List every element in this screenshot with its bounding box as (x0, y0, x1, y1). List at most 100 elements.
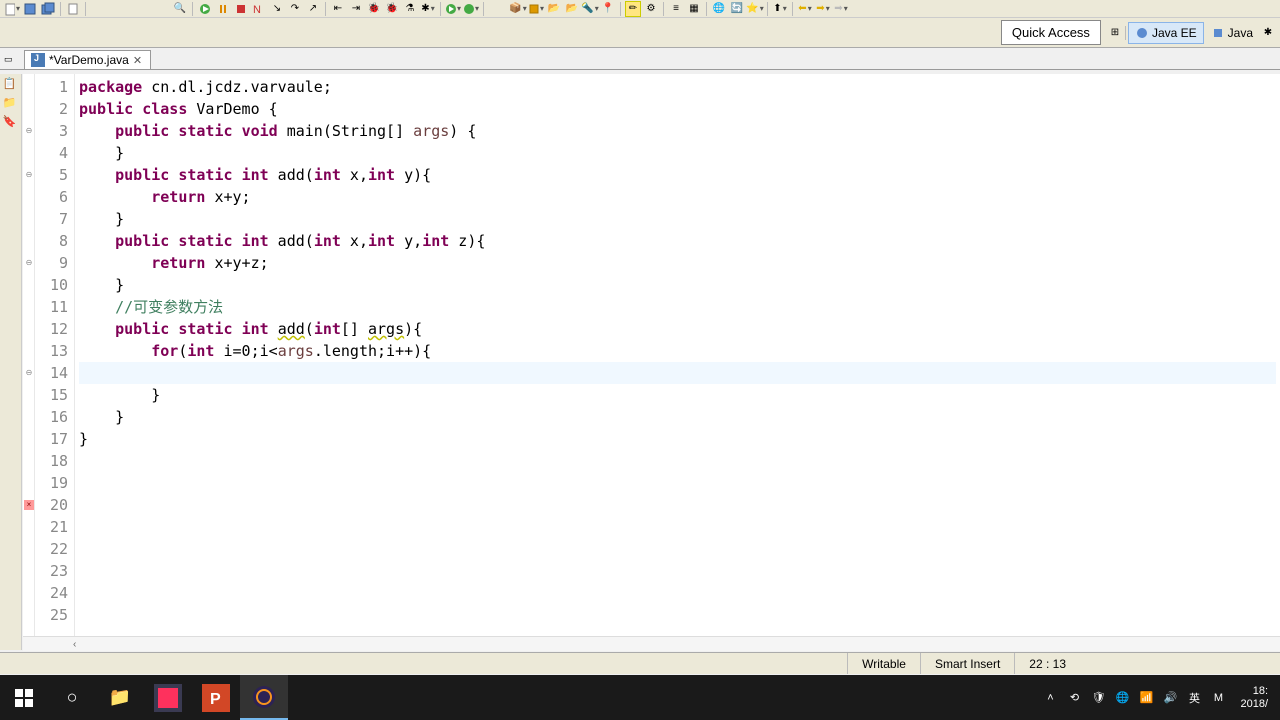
perspective-label: Java (1228, 26, 1253, 40)
windows-taskbar: ○ 📁 P ˄ ⟲ 🛡 🌐 📶 🔊 英 M 18: 2018/ (0, 675, 1280, 720)
toggle-highlight-icon[interactable]: ✏ (625, 1, 641, 17)
powerpoint-icon[interactable]: P (192, 675, 240, 720)
perspective-java-ee[interactable]: Java EE (1128, 22, 1204, 44)
run-menu-icon[interactable] (445, 1, 461, 17)
tray-ime-icon[interactable]: 英 (1186, 690, 1202, 706)
debug-bug-icon[interactable]: 🐞 (366, 1, 382, 17)
cortana-icon[interactable]: ○ (48, 675, 96, 720)
separator (60, 2, 61, 16)
perspective-bar: Quick Access ⊞ Java EE Java ✱ (0, 18, 1280, 48)
sync-icon[interactable]: 🔄 (729, 1, 745, 17)
horizontal-scrollbar[interactable]: ‹ (23, 636, 1280, 651)
stop-icon[interactable] (233, 1, 249, 17)
forward-disabled-icon: ➡ (833, 1, 849, 17)
debug-bug2-icon[interactable]: 🐞 (384, 1, 400, 17)
taskbar-clock[interactable]: 18: 2018/ (1234, 685, 1274, 711)
clock-time: 18: (1240, 685, 1268, 698)
open-type-icon[interactable]: 📂 (546, 1, 562, 17)
separator (440, 2, 441, 16)
new-icon[interactable] (4, 1, 20, 17)
debug-menu-icon[interactable]: ✱ (420, 1, 436, 17)
step-over-icon[interactable]: ↷ (287, 1, 303, 17)
file-explorer-icon[interactable]: 📁 (96, 675, 144, 720)
start-button[interactable] (0, 675, 48, 720)
use-step-filters-icon[interactable]: ⇥ (348, 1, 364, 17)
code-editor[interactable]: ⊖⊖⊖⊖× 1234567891011121314151617181920212… (23, 74, 1280, 650)
marker-ruler: ⊖⊖⊖⊖× (23, 74, 35, 650)
tray-security-icon[interactable]: 🛡 (1090, 690, 1106, 706)
separator (1125, 26, 1126, 40)
toggle-mark-icon[interactable]: 📍 (600, 1, 616, 17)
tray-wifi-icon[interactable]: 📶 (1138, 690, 1154, 706)
restore-view-icon[interactable]: 📋 (3, 77, 19, 93)
tray-sync-icon[interactable]: ⟲ (1066, 690, 1082, 706)
tray-volume-icon[interactable]: 🔊 (1162, 690, 1178, 706)
save-all-icon[interactable] (40, 1, 56, 17)
open-task-icon[interactable]: 📂 (564, 1, 580, 17)
separator (663, 2, 664, 16)
search-icon[interactable]: 🔦 (582, 1, 598, 17)
forward-icon[interactable]: ➡ (815, 1, 831, 17)
separator (192, 2, 193, 16)
favorites-icon[interactable]: ⭐ (747, 1, 763, 17)
separator (767, 2, 768, 16)
minimize-view-icon[interactable]: ▭ (4, 54, 16, 66)
tray-app-icon[interactable]: M (1210, 690, 1226, 706)
tray-network-icon[interactable]: 🌐 (1114, 690, 1130, 706)
block-icon[interactable]: ▦ (686, 1, 702, 17)
java-icon (1211, 26, 1225, 40)
editor-tab-bar: *VarDemo.java ✕ (0, 48, 1280, 70)
disconnect-icon[interactable]: N (251, 1, 267, 17)
separator (325, 2, 326, 16)
status-insert-mode: Smart Insert (920, 653, 1014, 674)
step-into-icon[interactable]: ↘ (269, 1, 285, 17)
save-icon[interactable] (22, 1, 38, 17)
line-number-ruler: 1234567891011121314151617181920212223242… (35, 74, 75, 650)
new-package-icon[interactable] (528, 1, 544, 17)
open-perspective-icon[interactable]: ⊞ (1107, 25, 1123, 41)
run-icon[interactable] (197, 1, 213, 17)
intellij-icon[interactable] (144, 675, 192, 720)
svg-text:P: P (210, 691, 221, 708)
package-explorer-icon[interactable]: 📁 (3, 96, 19, 112)
perspective-more-icon[interactable]: ✱ (1260, 25, 1276, 41)
new-server-icon[interactable]: 📦 (510, 1, 526, 17)
code-area[interactable]: package cn.dl.jcdz.varvaule;public class… (75, 74, 1280, 650)
close-tab-icon[interactable]: ✕ (133, 54, 142, 67)
step-return-icon[interactable]: ↗ (305, 1, 321, 17)
separator (620, 2, 621, 16)
run-external-icon[interactable] (463, 1, 479, 17)
system-tray: ˄ ⟲ 🛡 🌐 📶 🔊 英 M 18: 2018/ (1042, 685, 1280, 711)
browser-icon[interactable]: 🌐 (711, 1, 727, 17)
wizard-icon[interactable] (65, 1, 81, 17)
clock-date: 2018/ (1240, 698, 1268, 711)
back-icon[interactable]: ⬅ (797, 1, 813, 17)
separator (706, 2, 707, 16)
quick-access-input[interactable]: Quick Access (1001, 20, 1101, 45)
toggle-breadcrumb-icon[interactable]: ⚙ (643, 1, 659, 17)
perspective-java[interactable]: Java (1204, 22, 1260, 44)
status-writable: Writable (847, 653, 920, 674)
lines-icon[interactable]: ≡ (668, 1, 684, 17)
perspective-label: Java EE (1152, 26, 1197, 40)
profile-icon[interactable]: ⚗ (402, 1, 418, 17)
search-back-icon[interactable]: 🔍 (172, 1, 188, 17)
main-toolbar: 🔍 N ↘ ↷ ↗ ⇤ ⇥ 🐞 🐞 ⚗ ✱ 📦 📂 📂 🔦 📍 ✏ ⚙ ≡ ▦ … (0, 0, 1280, 18)
separator (483, 2, 484, 16)
tab-title: *VarDemo.java (49, 53, 129, 67)
scroll-left-icon[interactable]: ‹ (73, 639, 76, 650)
left-trim-bar: 📋 📁 🔖 (0, 74, 22, 650)
editor-tab[interactable]: *VarDemo.java ✕ (24, 50, 151, 69)
separator (85, 2, 86, 16)
status-bar: Writable Smart Insert 22 : 13 (0, 652, 1280, 674)
outline-icon[interactable]: 🔖 (3, 115, 19, 131)
pause-icon[interactable] (215, 1, 231, 17)
drop-to-frame-icon[interactable]: ⇤ (330, 1, 346, 17)
tray-chevron-icon[interactable]: ˄ (1042, 690, 1058, 706)
status-cursor-pos: 22 : 13 (1014, 653, 1080, 674)
separator (792, 2, 793, 16)
java-ee-icon (1135, 26, 1149, 40)
eclipse-icon[interactable] (240, 675, 288, 720)
svg-text:N: N (253, 4, 261, 16)
nav-up-icon[interactable]: ⬆ (772, 1, 788, 17)
